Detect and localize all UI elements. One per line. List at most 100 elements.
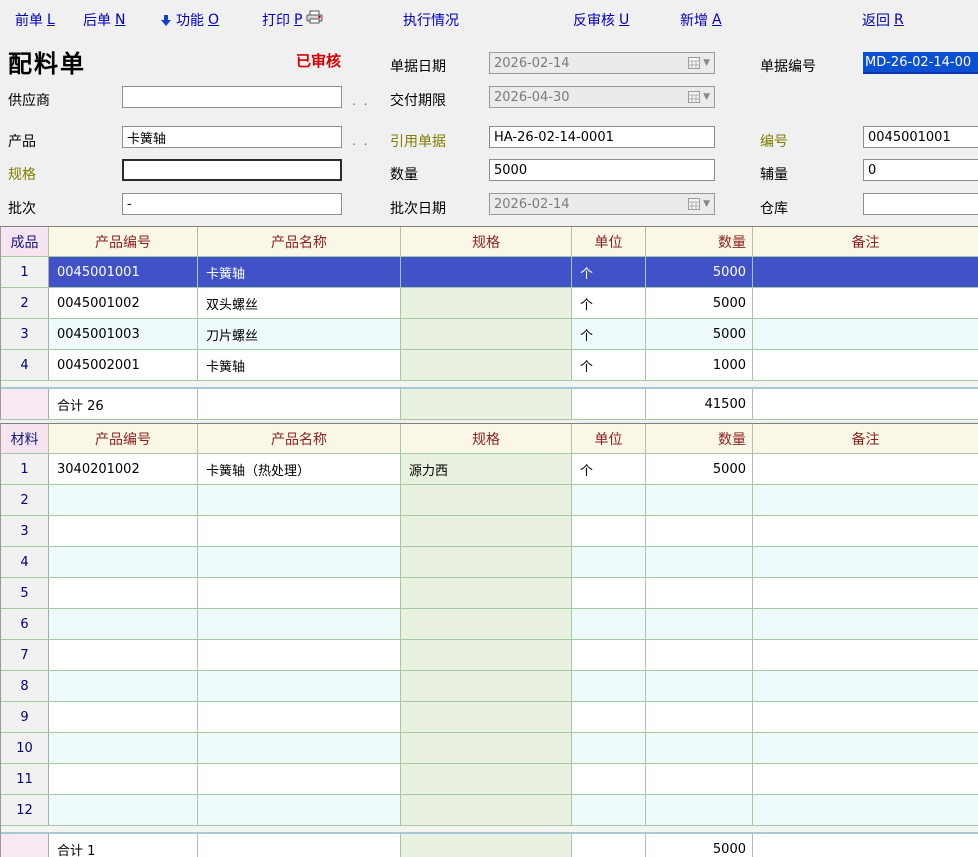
cell-code[interactable]: 0045002001 <box>49 350 198 380</box>
cell-qty[interactable] <box>646 671 753 701</box>
cell-code[interactable]: 0045001003 <box>49 319 198 349</box>
cell-code[interactable]: 0045001002 <box>49 288 198 318</box>
dropdown-arrow-icon[interactable]: ▼ <box>703 58 710 68</box>
row-number[interactable]: 6 <box>1 609 49 639</box>
cell-code[interactable] <box>49 671 198 701</box>
add-new-button[interactable]: 新增A <box>680 10 722 30</box>
cell-spec[interactable] <box>401 350 572 380</box>
cell-name[interactable] <box>198 795 401 825</box>
cell-unit[interactable]: 个 <box>572 288 646 318</box>
cell-spec[interactable] <box>401 485 572 515</box>
cell-note[interactable] <box>753 257 978 287</box>
cell-note[interactable] <box>753 516 978 546</box>
cell-note[interactable] <box>753 671 978 701</box>
column-header-name[interactable]: 产品名称 <box>198 424 401 453</box>
cell-note[interactable] <box>753 547 978 577</box>
cell-note[interactable] <box>753 350 978 380</box>
column-header-code[interactable]: 产品编号 <box>49 227 198 256</box>
dropdown-arrow-icon[interactable]: ▼ <box>703 199 710 209</box>
table-row[interactable]: 40045002001卡簧轴个1000 <box>1 350 978 381</box>
cell-spec[interactable] <box>401 319 572 349</box>
cell-note[interactable] <box>753 319 978 349</box>
row-number[interactable]: 9 <box>1 702 49 732</box>
cell-qty[interactable]: 5000 <box>646 454 753 484</box>
cell-unit[interactable]: 个 <box>572 257 646 287</box>
cell-qty[interactable] <box>646 609 753 639</box>
cell-code[interactable] <box>49 733 198 763</box>
cell-qty[interactable]: 5000 <box>646 257 753 287</box>
cell-unit[interactable]: 个 <box>572 454 646 484</box>
cell-qty[interactable] <box>646 485 753 515</box>
table-row[interactable]: 5 <box>1 578 978 609</box>
cell-qty[interactable]: 1000 <box>646 350 753 380</box>
cell-qty[interactable] <box>646 547 753 577</box>
printer-icon-button[interactable] <box>306 10 323 24</box>
row-number[interactable]: 5 <box>1 578 49 608</box>
cell-name[interactable]: 刀片螺丝 <box>198 319 401 349</box>
column-header-qty[interactable]: 数量 <box>646 424 753 453</box>
cell-spec[interactable] <box>401 671 572 701</box>
product-browse-dots[interactable]: . . <box>352 134 369 148</box>
cell-qty[interactable] <box>646 733 753 763</box>
column-header-spec[interactable]: 规格 <box>401 227 572 256</box>
cell-spec[interactable] <box>401 702 572 732</box>
cell-note[interactable] <box>753 733 978 763</box>
cell-spec[interactable] <box>401 764 572 794</box>
table-row[interactable]: 3 <box>1 516 978 547</box>
cell-spec[interactable] <box>401 733 572 763</box>
cell-qty[interactable]: 5000 <box>646 288 753 318</box>
code-input[interactable] <box>863 126 978 148</box>
row-number[interactable]: 8 <box>1 671 49 701</box>
supplier-input[interactable] <box>122 86 342 108</box>
cell-spec[interactable] <box>401 795 572 825</box>
cell-code[interactable] <box>49 516 198 546</box>
row-number[interactable]: 11 <box>1 764 49 794</box>
cell-spec[interactable] <box>401 609 572 639</box>
cell-note[interactable] <box>753 795 978 825</box>
print-button[interactable]: 打印P <box>262 10 302 30</box>
cell-name[interactable]: 双头螺丝 <box>198 288 401 318</box>
cell-name[interactable] <box>198 578 401 608</box>
cell-unit[interactable] <box>572 764 646 794</box>
cell-code[interactable] <box>49 795 198 825</box>
cell-note[interactable] <box>753 485 978 515</box>
column-header-code[interactable]: 产品编号 <box>49 424 198 453</box>
row-number[interactable]: 4 <box>1 547 49 577</box>
cell-qty[interactable] <box>646 764 753 794</box>
cell-name[interactable] <box>198 702 401 732</box>
cell-spec[interactable] <box>401 257 572 287</box>
row-number[interactable]: 10 <box>1 733 49 763</box>
cell-spec[interactable]: 源力西 <box>401 454 572 484</box>
cell-code[interactable]: 0045001001 <box>49 257 198 287</box>
table-row[interactable]: 6 <box>1 609 978 640</box>
table-row[interactable]: 2 <box>1 485 978 516</box>
cell-name[interactable]: 卡簧轴（热处理） <box>198 454 401 484</box>
ref-doc-input[interactable] <box>489 126 715 148</box>
cell-name[interactable]: 卡簧轴 <box>198 257 401 287</box>
cell-spec[interactable] <box>401 640 572 670</box>
cell-code[interactable] <box>49 485 198 515</box>
cell-note[interactable] <box>753 454 978 484</box>
cell-note[interactable] <box>753 640 978 670</box>
cell-spec[interactable] <box>401 578 572 608</box>
dropdown-arrow-icon[interactable]: ▼ <box>703 92 710 102</box>
aux-qty-input[interactable] <box>863 159 978 181</box>
table-row[interactable]: 30045001003刀片螺丝个5000 <box>1 319 978 350</box>
cell-name[interactable] <box>198 671 401 701</box>
product-input[interactable] <box>122 126 342 148</box>
cell-unit[interactable] <box>572 702 646 732</box>
column-header-note[interactable]: 备注 <box>753 227 978 256</box>
row-number[interactable]: 3 <box>1 319 49 349</box>
cell-unit[interactable] <box>572 516 646 546</box>
cell-unit[interactable]: 个 <box>572 350 646 380</box>
cell-name[interactable] <box>198 609 401 639</box>
row-number[interactable]: 12 <box>1 795 49 825</box>
cell-code[interactable] <box>49 702 198 732</box>
cell-code[interactable] <box>49 764 198 794</box>
cell-qty[interactable]: 5000 <box>646 319 753 349</box>
cell-name[interactable]: 卡簧轴 <box>198 350 401 380</box>
cell-unit[interactable] <box>572 485 646 515</box>
cell-code[interactable] <box>49 547 198 577</box>
table-row[interactable]: 11 <box>1 764 978 795</box>
cell-name[interactable] <box>198 733 401 763</box>
